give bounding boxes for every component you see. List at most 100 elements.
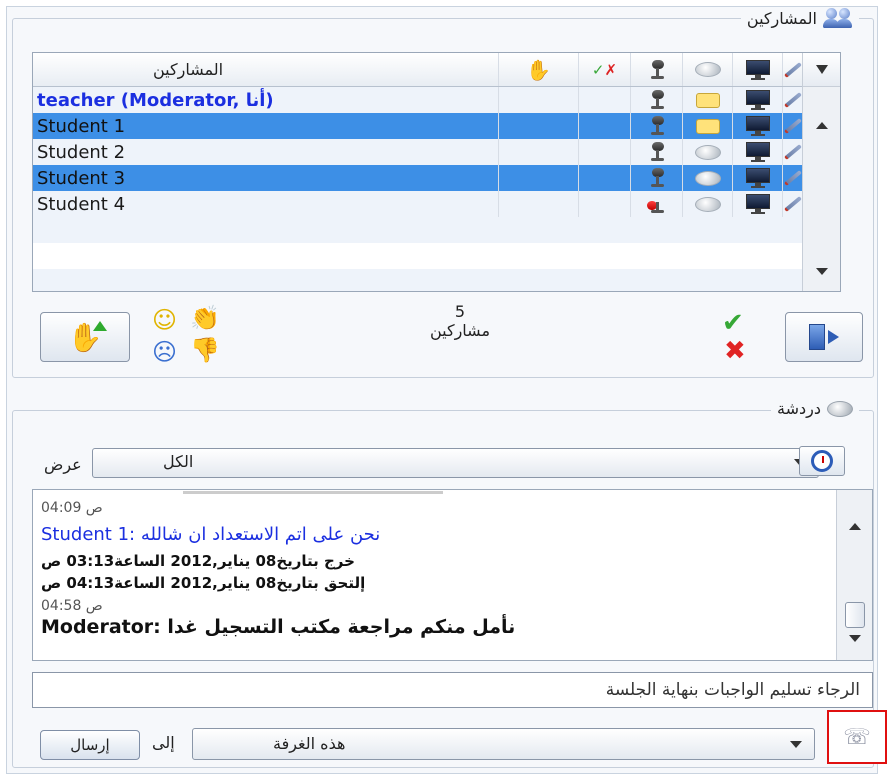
chat-cell[interactable] [683, 191, 733, 217]
timestamp-toggle-button[interactable] [799, 446, 845, 476]
arrow-down-icon [849, 635, 861, 660]
raise-hand-button[interactable]: ✋ [40, 312, 130, 362]
microphone-icon [646, 115, 668, 137]
chat-cell[interactable] [683, 87, 733, 113]
participant-count: 5 مشاركين [400, 302, 520, 340]
participants-table[interactable]: المشاركين ✋ ✓✗ teacher (Moderator, أنا) S… [32, 52, 841, 292]
whiteboard-cell[interactable] [783, 113, 803, 139]
microphone-icon [646, 59, 668, 81]
chat-cell[interactable] [683, 113, 733, 139]
participant-name: Student 2 [33, 139, 499, 165]
message-text: Student 1: نحن على اتم الاستعداد ان شالل… [41, 524, 381, 545]
scroll-thumb[interactable] [845, 602, 865, 628]
video-cell[interactable] [733, 165, 783, 191]
smiley-sad-icon[interactable]: ☹ [152, 338, 177, 366]
arrow-up-icon [816, 103, 828, 129]
pencil-icon [784, 170, 802, 186]
monitor-icon [745, 142, 771, 162]
whiteboard-cell[interactable] [783, 191, 803, 217]
video-cell[interactable] [733, 139, 783, 165]
video-cell[interactable] [733, 87, 783, 113]
view-label: عرض [44, 455, 82, 474]
scroll-up-button[interactable] [816, 103, 828, 129]
chat-message-input[interactable] [32, 672, 873, 708]
header-chat[interactable] [683, 53, 733, 86]
chevron-down-icon [790, 741, 802, 748]
arrow-right-icon [828, 330, 839, 344]
table-row[interactable]: Student 2 [33, 139, 803, 165]
clock-icon [811, 450, 833, 472]
mic-cell[interactable] [631, 165, 683, 191]
chat-cell[interactable] [683, 139, 733, 165]
scroll-down-button[interactable] [816, 268, 828, 291]
chat-log[interactable]: 04:09 ص Student 1: نحن على اتم الاستعداد… [32, 489, 873, 661]
chat-bubble-icon [695, 92, 720, 108]
monitor-icon [745, 194, 771, 214]
participant-count-value: 5 [454, 302, 466, 321]
recipient-select[interactable]: هذه الغرفة [192, 728, 815, 760]
pencil-icon [784, 92, 802, 108]
table-header: المشاركين ✋ ✓✗ [33, 53, 803, 87]
header-name[interactable]: المشاركين [33, 53, 499, 86]
whiteboard-cell[interactable] [783, 87, 803, 113]
arrow-up-icon [93, 321, 107, 331]
send-button[interactable]: إرسال [40, 730, 140, 760]
thumbs-down-icon[interactable]: 👎 [190, 336, 220, 364]
clipped-previous-message [183, 490, 443, 494]
smiley-happy-icon[interactable]: ☺ [152, 306, 177, 334]
remove-cell [579, 87, 631, 113]
video-cell[interactable] [733, 113, 783, 139]
table-row[interactable]: teacher (Moderator, أنا) [33, 87, 803, 113]
chat-bubble-icon [694, 144, 721, 160]
cross-icon[interactable]: ✖ [724, 336, 746, 366]
table-row[interactable]: Student 3 [33, 165, 803, 191]
mic-cell[interactable] [631, 87, 683, 113]
view-filter-value: الكل [163, 452, 194, 471]
mic-cell[interactable] [631, 113, 683, 139]
arrow-up-icon [849, 504, 861, 530]
scroll-down-button[interactable] [849, 635, 861, 660]
participant-name: Student 3 [33, 165, 499, 191]
headset-icon: ☏ [843, 724, 871, 750]
chat-bubble-icon [694, 62, 721, 77]
view-filter-select[interactable]: الكل [92, 448, 819, 478]
hand-cell [499, 113, 579, 139]
chat-scrollbar[interactable] [836, 490, 872, 660]
check-icon[interactable]: ✔ [722, 308, 744, 338]
microphone-icon [646, 167, 668, 189]
hand-cell [499, 87, 579, 113]
chat-bubble-icon [694, 196, 721, 212]
header-hand[interactable]: ✋ [499, 53, 579, 86]
pencil-icon [784, 144, 802, 160]
monitor-icon [745, 168, 771, 188]
chat-group-title: دردشة [771, 399, 859, 418]
monitor-icon [745, 90, 771, 110]
participants-scrollbar[interactable] [802, 53, 840, 291]
header-mic[interactable] [631, 53, 683, 86]
mic-cell[interactable] [631, 191, 683, 217]
table-row[interactable]: Student 1 [33, 113, 803, 139]
header-whiteboard[interactable] [783, 53, 803, 86]
raise-hand-icon: ✋ [526, 57, 551, 82]
column-menu-button[interactable] [803, 53, 840, 87]
header-remove[interactable]: ✓✗ [579, 53, 631, 86]
participants-group-title: المشاركين [740, 7, 859, 29]
hand-cell [499, 165, 579, 191]
remove-cell [579, 191, 631, 217]
whiteboard-cell[interactable] [783, 139, 803, 165]
private-chat-button[interactable]: ☏ [827, 710, 887, 764]
empty-row [33, 269, 803, 291]
scroll-up-button[interactable] [849, 504, 861, 530]
table-row[interactable]: Student 4 [33, 191, 803, 217]
arrow-down-icon [816, 268, 828, 291]
chat-cell[interactable] [683, 165, 733, 191]
exit-button[interactable] [785, 312, 863, 362]
video-cell[interactable] [733, 191, 783, 217]
chevron-down-icon [816, 65, 828, 74]
whiteboard-cell[interactable] [783, 165, 803, 191]
applause-icon[interactable]: 👏 [190, 304, 220, 332]
mic-cell[interactable] [631, 139, 683, 165]
header-video[interactable] [733, 53, 783, 86]
check-cross-icon: ✓✗ [591, 60, 618, 79]
empty-row [33, 243, 803, 269]
